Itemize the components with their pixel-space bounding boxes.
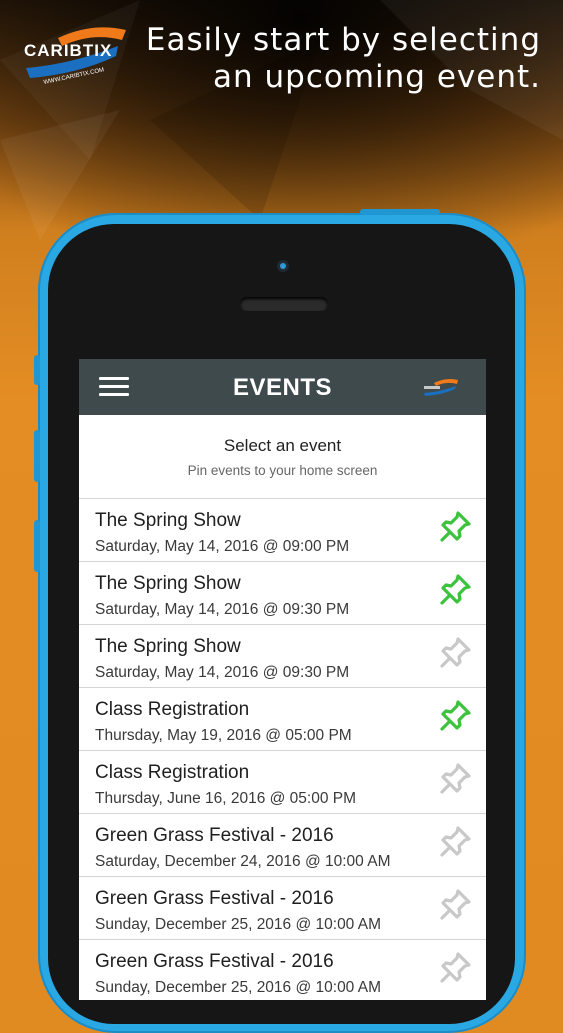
event-name: Green Grass Festival - 2016: [95, 825, 334, 846]
event-date: Saturday, May 14, 2016 @ 09:00 PM: [95, 538, 350, 555]
event-name: Class Registration: [95, 699, 250, 720]
event-name: The Spring Show: [95, 510, 241, 531]
app-screen: EVENTS Select an event Pin events to you…: [79, 359, 486, 1000]
header-title: Select an event: [223, 436, 342, 455]
event-date: Thursday, May 19, 2016 @ 05:00 PM: [95, 727, 352, 744]
event-row[interactable]: The Spring Show Saturday, May 14, 2016 @ …: [79, 562, 486, 625]
power-button: [360, 209, 440, 215]
headline-line-1: Easily start by selecting: [145, 22, 541, 58]
event-name: Green Grass Festival - 2016: [95, 888, 334, 909]
pin-icon-unpinned[interactable]: [439, 887, 473, 921]
event-name: The Spring Show: [95, 573, 241, 594]
volume-up-button: [34, 430, 40, 482]
event-name: Green Grass Festival - 2016: [95, 951, 334, 972]
front-camera: [277, 260, 289, 272]
event-date: Sunday, December 25, 2016 @ 10:00 AM: [95, 916, 382, 933]
pin-icon-unpinned[interactable]: [439, 824, 473, 858]
event-date: Saturday, December 24, 2016 @ 10:00 AM: [95, 853, 391, 870]
event-row[interactable]: The Spring Show Saturday, May 14, 2016 @ …: [79, 625, 486, 688]
event-row[interactable]: Green Grass Festival - 2016 Saturday, Dec…: [79, 814, 486, 877]
earpiece-speaker: [240, 297, 328, 311]
headline-line-2: an upcoming event.: [213, 59, 541, 95]
header-subtitle: Pin events to your home screen: [187, 463, 378, 478]
event-row[interactable]: The Spring Show Saturday, May 14, 2016 @ …: [79, 499, 486, 562]
pin-icon-unpinned[interactable]: [439, 950, 473, 984]
event-date: Saturday, May 14, 2016 @ 09:30 PM: [95, 601, 350, 618]
pin-icon-unpinned[interactable]: [439, 635, 473, 669]
event-row[interactable]: Green Grass Festival - 2016 Sunday, Decem…: [79, 877, 486, 940]
event-row[interactable]: Green Grass Festival - 2016 Sunday, Decem…: [79, 940, 486, 1000]
events-header: Select an event Pin events to your home …: [79, 415, 486, 499]
pin-icon-unpinned[interactable]: [439, 761, 473, 795]
mute-switch: [34, 355, 40, 385]
pin-icon-pinned[interactable]: [439, 572, 473, 606]
event-row[interactable]: Class Registration Thursday, June 16, 201…: [79, 751, 486, 814]
volume-down-button: [34, 520, 40, 572]
event-date: Thursday, June 16, 2016 @ 05:00 PM: [95, 790, 357, 807]
pin-icon-pinned[interactable]: [439, 698, 473, 732]
event-name: The Spring Show: [95, 636, 241, 657]
caribtix-logo: CARIBTIX WWW.CARIBTIX.COM: [22, 24, 132, 86]
app-bar: EVENTS: [79, 359, 486, 415]
event-date: Sunday, December 25, 2016 @ 10:00 AM: [95, 979, 382, 996]
promo-headline: Easily start by selecting an upcoming ev…: [141, 22, 541, 96]
caribtix-logo-icon: [422, 377, 460, 399]
event-name: Class Registration: [95, 762, 250, 783]
event-date: Saturday, May 14, 2016 @ 09:30 PM: [95, 664, 350, 681]
event-list: The Spring Show Saturday, May 14, 2016 @ …: [79, 499, 486, 1000]
pin-icon-pinned[interactable]: [439, 509, 473, 543]
logo-text: CARIBTIX: [24, 41, 112, 60]
event-row[interactable]: Class Registration Thursday, May 19, 2016…: [79, 688, 486, 751]
